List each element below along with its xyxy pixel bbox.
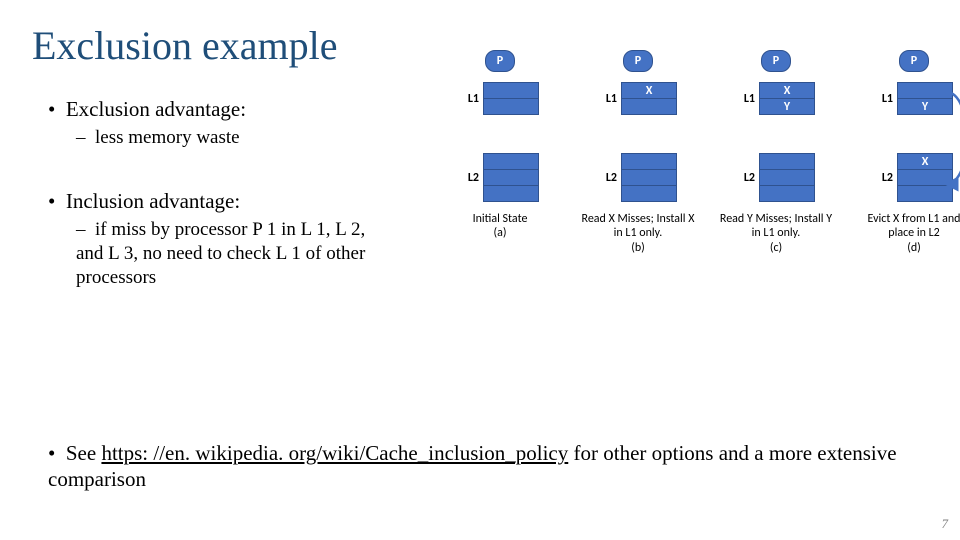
bullet-inclusion-text: Inclusion advantage:: [66, 189, 240, 213]
l1-stack: L1 X: [578, 82, 698, 115]
l1-cell: [483, 82, 539, 99]
eviction-arrow-icon: [944, 84, 960, 204]
l2-cell: [759, 153, 815, 170]
bullet-list: • Exclusion advantage: – less memory was…: [48, 96, 428, 310]
processor-icon: P: [623, 50, 653, 72]
panel-caption: Read Y Misses; Install Y in L1 only. (c): [716, 212, 836, 256]
panel-caption-text: Evict X from L1 and place in L2: [868, 212, 960, 240]
l1-label: L1: [737, 92, 755, 106]
l2-stack: L2: [716, 153, 836, 202]
see-also-bullet: • See https: //en. wikipedia. org/wiki/C…: [48, 440, 920, 493]
l2-label: L2: [737, 171, 755, 185]
l1-cell: [621, 98, 677, 115]
panel-caption-text: Read X Misses; Install X in L1 only.: [582, 212, 695, 240]
panel-caption-id: (b): [631, 241, 645, 255]
l2-cell: [483, 185, 539, 202]
bullet-inclusion: • Inclusion advantage:: [48, 188, 428, 214]
l1-cell: Y: [759, 98, 815, 115]
panel-caption: Read X Misses; Install X in L1 only. (b): [578, 212, 698, 256]
panel-caption: Initial State (a): [440, 212, 560, 256]
l1-stack: L1 X Y: [716, 82, 836, 115]
l1-stack: L1: [440, 82, 560, 115]
panel-d: P L1 Y L2 X Evict X from L1 and place in…: [854, 50, 960, 256]
l2-label: L2: [875, 171, 893, 185]
bullet-exclusion-sub: – less memory waste: [76, 126, 428, 150]
panel-caption-id: (c): [770, 241, 782, 255]
bullet-inclusion-sub-text: if miss by processor P 1 in L 1, L 2, an…: [76, 219, 365, 288]
panel-caption: Evict X from L1 and place in L2 (d): [854, 212, 960, 256]
bullet-exclusion-sub-text: less memory waste: [95, 127, 240, 148]
panel-c: P L1 X Y L2 Read Y Misses; Install Y in …: [716, 50, 836, 256]
l1-label: L1: [599, 92, 617, 106]
l2-cell: [483, 153, 539, 170]
slide-title: Exclusion example: [32, 22, 337, 69]
see-also-pre: See: [66, 441, 102, 465]
panel-caption-text: Read Y Misses; Install Y in L1 only.: [720, 212, 832, 240]
panel-a: P L1 L2 Initial State (a): [440, 50, 560, 256]
l1-label: L1: [875, 92, 893, 106]
l1-cell: [483, 98, 539, 115]
l1-cell: X: [621, 82, 677, 99]
bullet-exclusion-text: Exclusion advantage:: [66, 97, 246, 121]
l2-cell: [621, 169, 677, 186]
l1-cell: X: [759, 82, 815, 99]
l2-cell: [621, 185, 677, 202]
l2-label: L2: [461, 171, 479, 185]
l2-stack: L2: [440, 153, 560, 202]
panel-caption-id: (a): [493, 226, 506, 240]
processor-icon: P: [761, 50, 791, 72]
l2-cell: [759, 185, 815, 202]
processor-icon: P: [899, 50, 929, 72]
l1-label: L1: [461, 92, 479, 106]
bullet-inclusion-sub: – if miss by processor P 1 in L 1, L 2, …: [76, 218, 396, 289]
panel-caption-id: (d): [907, 241, 921, 255]
l2-cell: [759, 169, 815, 186]
l2-label: L2: [599, 171, 617, 185]
l2-cell: [621, 153, 677, 170]
cache-diagram: P L1 L2 Initial State (a) P L1: [438, 50, 958, 370]
l2-stack: L2: [578, 153, 698, 202]
wiki-link[interactable]: https: //en. wikipedia. org/wiki/Cache_i…: [101, 441, 568, 465]
processor-icon: P: [485, 50, 515, 72]
panel-b: P L1 X L2 Read X Misses; Install X in L1…: [578, 50, 698, 256]
panel-caption-text: Initial State: [473, 212, 528, 226]
bullet-exclusion: • Exclusion advantage:: [48, 96, 428, 122]
page-number: 7: [942, 516, 949, 532]
l2-cell: [483, 169, 539, 186]
